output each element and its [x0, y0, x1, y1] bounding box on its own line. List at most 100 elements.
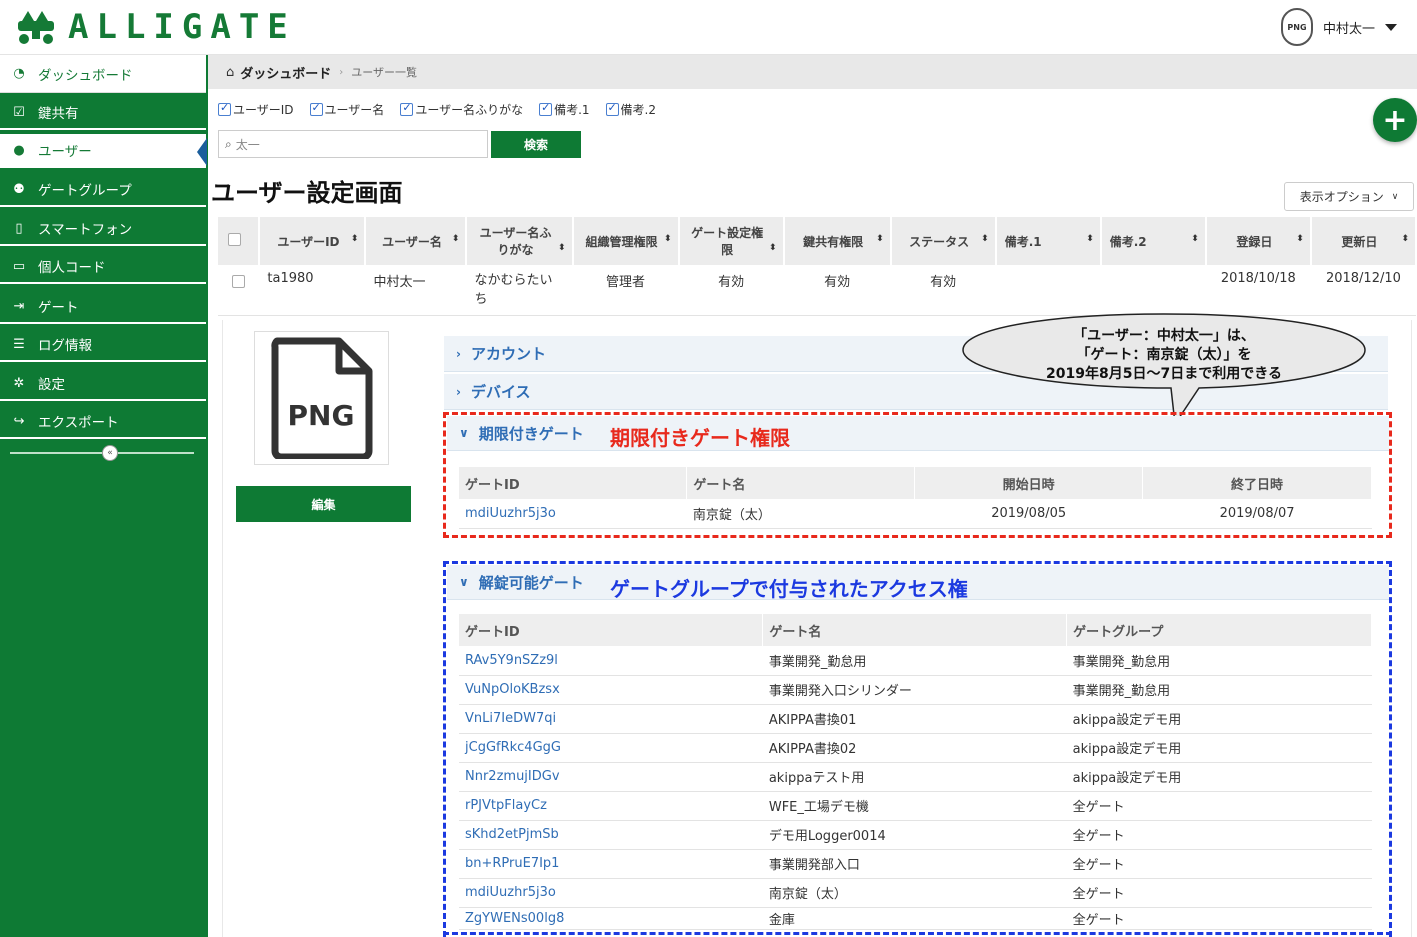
- edit-button[interactable]: 編集: [236, 486, 411, 522]
- section-timed-gates[interactable]: ∨ 期限付きゲート: [447, 416, 1389, 451]
- column-header: ゲート名: [686, 467, 916, 499]
- column-header[interactable]: ユーザー名ふりがな ⬍: [466, 217, 574, 265]
- annotation-timed: 期限付きゲート権限: [610, 426, 790, 450]
- checkbox-user-id[interactable]: ユーザーID: [218, 101, 294, 118]
- table-header-row: ゲートID ゲート名 開始日時 終了日時: [459, 467, 1372, 499]
- gate-id-link[interactable]: bn+RPruE7Ip1: [459, 849, 763, 879]
- sidebar-item-personal-code[interactable]: ▭ 個人コード: [0, 250, 206, 284]
- add-user-button[interactable]: +: [1373, 98, 1417, 142]
- png-label: PNG: [287, 399, 354, 432]
- table-cell: AKIPPA書換02: [762, 733, 1067, 763]
- sign-in-icon: ⇥: [13, 298, 25, 314]
- sidebar-item-key-share[interactable]: ☑ 鍵共有: [0, 96, 206, 130]
- checkbox-icon[interactable]: [227, 233, 241, 246]
- column-header-label: ユーザー名: [382, 234, 442, 249]
- column-header-label: ユーザーID: [277, 234, 340, 249]
- table-cell: 中村太一: [365, 265, 467, 316]
- sort-icon: ⬍: [981, 234, 989, 244]
- sort-icon: ⬍: [1401, 234, 1409, 244]
- table-row: mdiUuzhr5j3o 南京錠（太） 全ゲート: [459, 878, 1372, 908]
- gate-id-link[interactable]: Nnr2zmujIDGv: [459, 762, 763, 792]
- select-all-checkbox[interactable]: [218, 217, 261, 265]
- table-row: rPJVtpFlayCz WFE_工場デモ機 全ゲート: [459, 791, 1372, 821]
- collapse-icon[interactable]: «: [102, 445, 118, 461]
- checkbox-note-1[interactable]: 備考.1: [539, 101, 590, 118]
- column-header[interactable]: 備考.1 ⬍: [995, 217, 1102, 265]
- table-cell: 事業開発_勤怠用: [1066, 675, 1372, 705]
- sidebar-item-export[interactable]: ↪ エクスポート: [0, 405, 206, 439]
- checkbox-icon[interactable]: [605, 101, 619, 116]
- table-cell: なかむらたいち: [466, 265, 573, 316]
- column-header-label: 組織管理権限: [585, 234, 658, 249]
- sidebar-item-label: 設定: [38, 377, 65, 393]
- checkbox-label: ユーザー名ふりがな: [415, 103, 524, 117]
- callout-line-2: 「ゲート：南京錠（太）」を: [1077, 346, 1252, 363]
- page-title: ユーザー設定画面: [211, 179, 403, 207]
- checkbox-label: ユーザーID: [233, 103, 294, 117]
- user-image: PNG: [254, 331, 389, 465]
- sidebar-item-gate[interactable]: ⇥ ゲート: [0, 290, 206, 324]
- checkbox-icon[interactable]: [232, 275, 246, 288]
- chevron-down-icon: ∨: [459, 426, 469, 440]
- logo-text: ALLIGATE: [68, 7, 296, 47]
- unlockable-gate-table: ゲートID ゲート名 ゲートグループ RAv5Y9nSZz9l 事業開発_勤怠用事…: [459, 614, 1372, 930]
- column-header[interactable]: ステータス ⬍: [890, 217, 997, 265]
- share-icon: ↪: [13, 413, 25, 429]
- sidebar-item-label: ゲートグループ: [38, 183, 132, 199]
- search-button[interactable]: 検索: [491, 131, 581, 158]
- breadcrumb-home[interactable]: ダッシュボード: [240, 63, 331, 82]
- column-header[interactable]: 登録日 ⬍: [1205, 217, 1312, 265]
- row-checkbox[interactable]: [218, 265, 260, 316]
- checkbox-user-furigana[interactable]: ユーザー名ふりがな: [400, 101, 523, 118]
- column-header[interactable]: ゲート設定権限 ⬍: [678, 217, 785, 265]
- column-header-label: 更新日: [1341, 234, 1378, 249]
- sidebar-item-label: ダッシュボード: [38, 67, 133, 84]
- callout-bubble: 「ユーザー：中村太一」は、 「ゲート：南京錠（太）」を 2019年8月5日〜7日…: [962, 313, 1366, 425]
- checkbox-note-2[interactable]: 備考.2: [605, 101, 656, 118]
- column-header[interactable]: 備考.2 ⬍: [1100, 217, 1207, 265]
- column-header[interactable]: ユーザー名 ⬍: [365, 217, 468, 265]
- gate-id-link[interactable]: rPJVtpFlayCz: [459, 791, 763, 821]
- checkbox-icon[interactable]: [539, 101, 553, 116]
- callout-line-1: 「ユーザー：中村太一」は、: [1073, 327, 1255, 344]
- sort-icon: ⬍: [1086, 234, 1094, 244]
- checkbox-user-name[interactable]: ユーザー名: [309, 101, 384, 118]
- sidebar-item-dashboard[interactable]: ◔ ダッシュボード: [0, 55, 206, 93]
- sidebar-item-users[interactable]: ● ユーザー: [0, 134, 207, 168]
- gate-id-link[interactable]: ZgYWENs00lg8: [459, 907, 763, 930]
- search-input[interactable]: ⌕ 太一: [218, 130, 488, 158]
- gate-id-link[interactable]: VnLi7IeDW7qi: [459, 704, 763, 734]
- sort-icon: ⬍: [664, 234, 672, 244]
- gate-id-link[interactable]: jCgGfRkc4GgG: [459, 733, 763, 763]
- sidebar-collapse-slider[interactable]: «: [10, 445, 194, 461]
- table-cell: WFE_工場デモ機: [762, 791, 1067, 821]
- column-header[interactable]: 鍵共有権限 ⬍: [783, 217, 892, 265]
- checkbox-icon[interactable]: [218, 101, 231, 116]
- sidebar-item-smartphone[interactable]: ▯ スマートフォン: [0, 212, 206, 246]
- user-menu[interactable]: PNG 中村太一: [1280, 8, 1397, 46]
- main-content: ⌂ ダッシュボード › ユーザー一覧 ユーザーID ユーザー名 ユーザー名ふりが…: [208, 55, 1417, 937]
- column-header[interactable]: ユーザーID ⬍: [259, 217, 367, 265]
- timed-gate-table: ゲートID ゲート名 開始日時 終了日時 mdiUuzhr5j3o 南京錠（太）…: [459, 467, 1372, 529]
- sidebar-item-gate-group[interactable]: ⚉ ゲートグループ: [0, 173, 206, 207]
- logo[interactable]: ALLIGATE: [14, 7, 296, 47]
- table-row: bn+RPruE7Ip1 事業開発部入口 全ゲート: [459, 849, 1372, 879]
- column-header[interactable]: 組織管理権限 ⬍: [572, 217, 680, 265]
- gate-id-link[interactable]: mdiUuzhr5j3o: [459, 878, 763, 908]
- table-cell: 全ゲート: [1066, 907, 1372, 930]
- column-header-label: 備考.1: [1004, 234, 1042, 249]
- sidebar-item-settings[interactable]: ✲ 設定: [0, 367, 206, 401]
- column-header[interactable]: 更新日 ⬍: [1310, 217, 1417, 265]
- checkbox-icon[interactable]: [400, 101, 414, 116]
- gate-id-link[interactable]: sKhd2etPjmSb: [459, 820, 763, 850]
- sidebar-item-logs[interactable]: ☰ ログ情報: [0, 328, 206, 362]
- mobile-icon: ▯: [15, 220, 23, 236]
- checkbox-icon[interactable]: [309, 101, 323, 116]
- user-detail-panel: PNG 編集 › アカウント › デバイス 「ユーザー：中村太一」は、 「ゲート…: [222, 313, 1412, 937]
- gate-id-link[interactable]: mdiUuzhr5j3o: [459, 499, 687, 529]
- view-options-dropdown[interactable]: 表示オプション ∨: [1284, 182, 1414, 211]
- gate-id-link[interactable]: VuNpOloKBzsx: [459, 675, 763, 705]
- gate-id-link[interactable]: RAv5Y9nSZz9l: [459, 646, 763, 676]
- table-header-row: ユーザーID ⬍ ユーザー名 ⬍ ユーザー名ふりがな ⬍ 組織管理権限 ⬍ ゲート設定権…: [218, 217, 1417, 265]
- column-header-label: ゲート設定権限: [691, 226, 764, 257]
